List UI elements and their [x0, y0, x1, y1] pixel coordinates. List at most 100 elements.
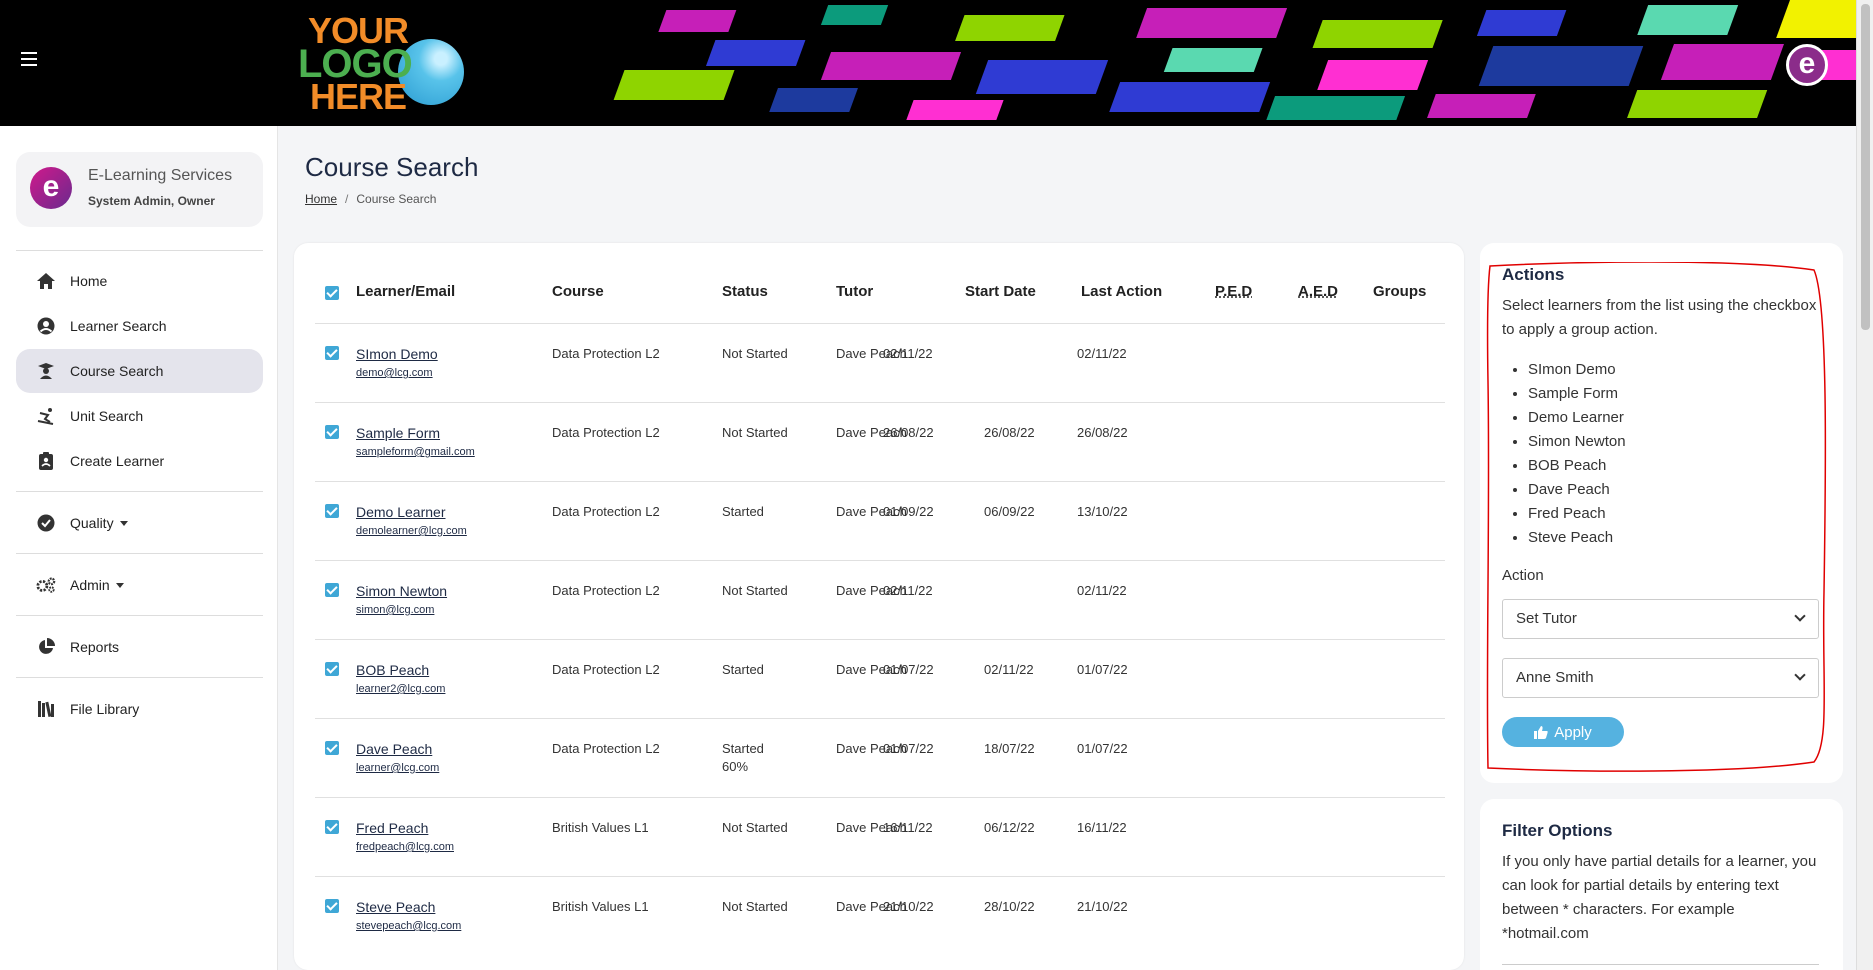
- row-checkbox[interactable]: [325, 425, 339, 439]
- menu-hamburger-icon[interactable]: [21, 52, 37, 66]
- logo-text-line3: HERE: [310, 76, 407, 117]
- column-header-aed[interactable]: A.E.D: [1298, 283, 1338, 300]
- organisation-card[interactable]: e E-Learning Services System Admin, Owne…: [16, 152, 263, 227]
- sidebar-item-home[interactable]: Home: [16, 259, 263, 303]
- row-checkbox[interactable]: [325, 820, 339, 834]
- sidebar-item-reports[interactable]: Reports: [16, 625, 263, 669]
- column-header-learner[interactable]: Learner/Email: [356, 283, 455, 300]
- sidebar-item-learner-search[interactable]: Learner Search: [16, 304, 263, 348]
- selected-learner-item: Simon Newton: [1528, 430, 1626, 454]
- learner-name-link[interactable]: Simon Newton: [356, 583, 447, 599]
- learner-name-link[interactable]: Demo Learner: [356, 504, 446, 520]
- apply-button[interactable]: Apply: [1502, 717, 1624, 747]
- breadcrumb-home-link[interactable]: Home: [305, 192, 337, 206]
- column-header-ped[interactable]: P.E.D: [1215, 283, 1252, 300]
- page-title: Course Search: [305, 152, 479, 182]
- learner-cell: BOB Peach: [356, 662, 429, 678]
- learner-cell: Dave Peach: [356, 741, 432, 757]
- book-library-icon: [36, 699, 56, 719]
- row-checkbox[interactable]: [325, 583, 339, 597]
- ped-cell: 01/07/22: [1077, 662, 1128, 677]
- filter-options-panel: Filter Options If you only have partial …: [1480, 799, 1843, 970]
- start-date-cell: 02/11/22: [883, 346, 933, 361]
- action-select[interactable]: Set Tutor: [1502, 599, 1819, 639]
- chevron-down-icon: [119, 520, 128, 526]
- table-row: Demo Learner demolearner@lcg.com Data Prot…: [315, 481, 1445, 560]
- brand-e-icon[interactable]: e: [1786, 44, 1828, 86]
- learner-email-link[interactable]: sampleform@gmail.com: [356, 446, 475, 458]
- ped-cell: 16/11/22: [1077, 820, 1127, 835]
- learner-name-link[interactable]: Fred Peach: [356, 820, 428, 836]
- course-cell: British Values L1: [552, 820, 649, 835]
- sidebar-item-label: Unit Search: [70, 408, 144, 424]
- learner-name-link[interactable]: Steve Peach: [356, 899, 435, 915]
- learner-email-link[interactable]: learner@lcg.com: [356, 762, 439, 774]
- start-date-cell: 01/09/22: [883, 504, 934, 519]
- sidebar-item-label: File Library: [70, 701, 140, 717]
- status-cell: Started: [722, 741, 764, 756]
- pie-chart-icon: [36, 637, 56, 657]
- course-cell: Data Protection L2: [552, 583, 660, 598]
- row-checkbox[interactable]: [325, 504, 339, 518]
- course-cell: Data Protection L2: [552, 741, 660, 756]
- sidebar-item-unit-search[interactable]: Unit Search: [16, 394, 263, 438]
- sidebar-divider: [16, 553, 263, 554]
- sidebar-item-file-library[interactable]: File Library: [16, 687, 263, 731]
- column-header-groups[interactable]: Groups: [1373, 283, 1426, 300]
- sidebar-item-label: Course Search: [70, 363, 164, 379]
- chevron-down-icon: [1794, 610, 1806, 622]
- learner-email-link[interactable]: demolearner@lcg.com: [356, 525, 467, 537]
- start-date-cell: 21/10/22: [883, 899, 934, 914]
- skier-icon: [36, 406, 56, 426]
- selected-learner-item: BOB Peach: [1528, 454, 1626, 478]
- select-all-checkbox[interactable]: [325, 286, 339, 300]
- column-header-last-action[interactable]: Last Action: [1081, 283, 1162, 300]
- clipboard-user-icon: [36, 451, 56, 471]
- selected-learner-item: Demo Learner: [1528, 406, 1626, 430]
- sidebar: e E-Learning Services System Admin, Owne…: [0, 126, 278, 970]
- top-banner: YOUR LOGO HERE e: [0, 0, 1856, 126]
- learner-email-link[interactable]: learner2@lcg.com: [356, 683, 445, 695]
- status-cell: Not Started: [722, 583, 788, 598]
- selected-learner-item: Dave Peach: [1528, 478, 1626, 502]
- sidebar-item-create-learner[interactable]: Create Learner: [16, 439, 263, 483]
- learner-email-link[interactable]: stevepeach@lcg.com: [356, 920, 461, 932]
- column-header-status[interactable]: Status: [722, 283, 768, 300]
- course-cell: Data Protection L2: [552, 346, 660, 361]
- column-header-tutor[interactable]: Tutor: [836, 283, 873, 300]
- scrollbar-thumb[interactable]: [1861, 4, 1870, 330]
- row-checkbox[interactable]: [325, 346, 339, 360]
- organisation-role: System Admin, Owner: [88, 194, 215, 208]
- learner-name-link[interactable]: Dave Peach: [356, 741, 432, 757]
- last-action-cell: 18/07/22: [984, 741, 1035, 756]
- sidebar-item-quality[interactable]: Quality: [16, 501, 263, 545]
- sidebar-item-admin[interactable]: Admin: [16, 563, 263, 607]
- graduate-icon: [36, 361, 56, 381]
- learner-email-link[interactable]: simon@lcg.com: [356, 604, 434, 616]
- filter-divider: [1502, 964, 1819, 965]
- tutor-select-value: Anne Smith: [1516, 669, 1594, 686]
- last-action-cell: 06/12/22: [984, 820, 1035, 835]
- learner-name-link[interactable]: SImon Demo: [356, 346, 438, 362]
- filter-description: If you only have partial details for a l…: [1502, 853, 1817, 942]
- tutor-select[interactable]: Anne Smith: [1502, 658, 1819, 698]
- table-row: Dave Peach learner@lcg.com Data Protection…: [315, 718, 1445, 797]
- column-header-course[interactable]: Course: [552, 283, 604, 300]
- course-results-table: Learner/Email Course Status Tutor Start …: [294, 243, 1464, 970]
- row-checkbox[interactable]: [325, 899, 339, 913]
- row-checkbox[interactable]: [325, 662, 339, 676]
- learner-email-link[interactable]: demo@lcg.com: [356, 367, 433, 379]
- row-checkbox[interactable]: [325, 741, 339, 755]
- learner-email-link[interactable]: fredpeach@lcg.com: [356, 841, 454, 853]
- page-scrollbar[interactable]: [1856, 0, 1873, 970]
- column-header-start-date[interactable]: Start Date: [965, 283, 1036, 300]
- home-icon: [36, 271, 56, 291]
- sidebar-item-course-search[interactable]: Course Search: [16, 349, 263, 393]
- action-label: Action: [1502, 567, 1544, 584]
- start-date-cell: 02/11/22: [883, 583, 933, 598]
- sidebar-divider: [16, 250, 263, 251]
- learner-name-link[interactable]: Sample Form: [356, 425, 440, 441]
- learner-name-link[interactable]: BOB Peach: [356, 662, 429, 678]
- selected-learner-item: SImon Demo: [1528, 358, 1626, 382]
- sidebar-item-label: Home: [70, 273, 108, 289]
